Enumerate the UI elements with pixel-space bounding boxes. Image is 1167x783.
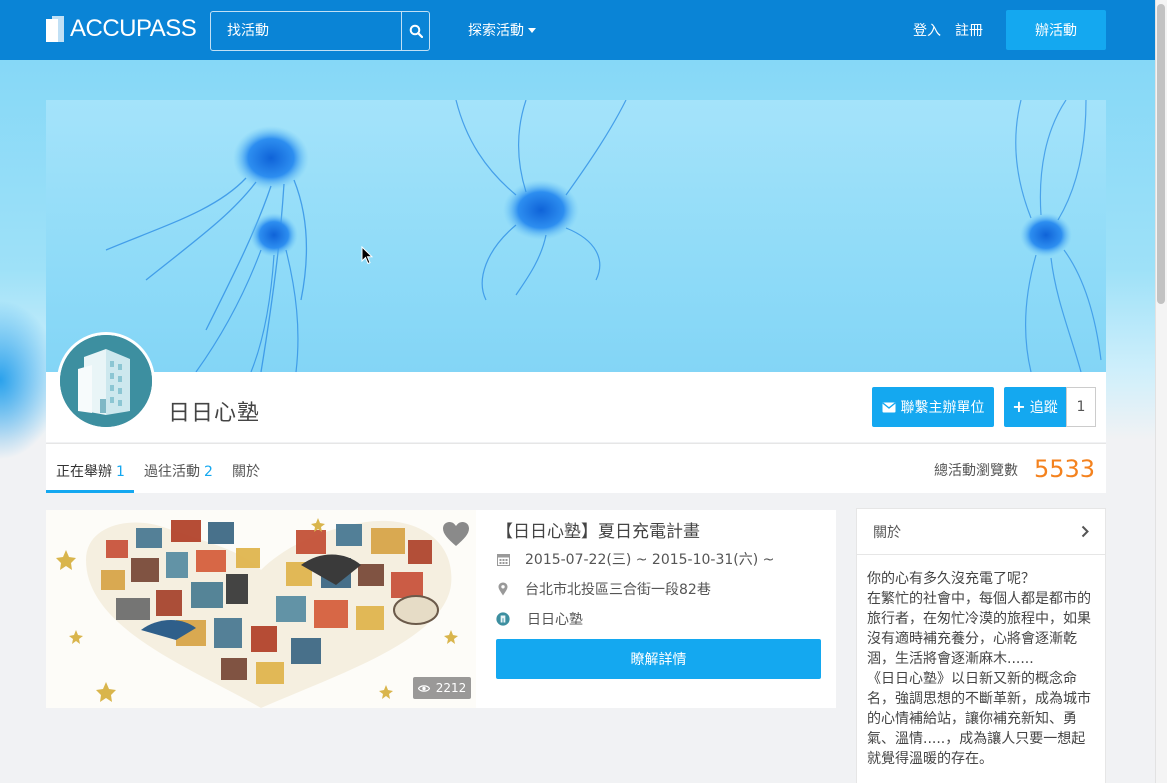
about-title: 關於 (873, 524, 901, 541)
logo-mark-icon (46, 16, 64, 42)
tab-about-label: 關於 (232, 464, 260, 480)
explore-menu[interactable]: 探索活動 (468, 20, 536, 40)
follow-label: 追蹤 (1029, 400, 1058, 416)
chevron-down-icon (528, 27, 536, 33)
register-link[interactable]: 註冊 (955, 20, 983, 40)
calendar-icon (496, 553, 510, 566)
about-panel: 關於 你的心有多久沒充電了呢？ 在繁忙的社會中，每個人都是都市的旅行者，在匆忙冷… (856, 508, 1106, 783)
tab-ongoing[interactable]: 正在舉辦 1 (56, 461, 125, 481)
contact-label: 聯繫主辦單位 (900, 400, 985, 416)
search-icon (409, 24, 423, 38)
event-organizer-row[interactable]: 日日心塾 (496, 609, 583, 629)
total-views-label: 總活動瀏覽數 (934, 463, 1018, 479)
organizer-name: 日日心塾 (168, 401, 261, 426)
explore-label: 探索活動 (468, 23, 524, 39)
event-title[interactable]: 【日日心塾】夏日充電計畫 (496, 517, 700, 542)
event-views-badge: 2212 (413, 677, 471, 699)
mouse-cursor-icon (361, 246, 373, 265)
event-views-count: 2212 (435, 681, 467, 695)
login-link[interactable]: 登入 (913, 20, 941, 40)
contact-organizer-button[interactable]: 聯繫主辦單位 (872, 387, 994, 427)
tab-past[interactable]: 過往活動 2 (144, 461, 213, 481)
follow-button[interactable]: + 追蹤 (1004, 387, 1066, 427)
event-date: 2015-07-22(三) ~ 2015-10-31(六) ~ (525, 552, 775, 568)
illustration-image (56, 518, 458, 708)
jellyfish-image (105, 100, 1102, 372)
logo-text: ACCUPASS (70, 15, 197, 42)
search-button[interactable] (401, 12, 429, 50)
eye-icon (417, 684, 430, 692)
scrollbar-thumb[interactable] (1157, 4, 1165, 304)
about-header[interactable]: 關於 (857, 509, 1105, 555)
search-box (210, 11, 430, 51)
event-location-row: 台北市北投區三合街一段82巷 (496, 579, 711, 599)
chevron-right-icon (1081, 525, 1089, 538)
total-views-count: 5533 (1034, 455, 1096, 483)
event-location: 台北市北投區三合街一段82巷 (525, 582, 711, 598)
tab-ongoing-count: 1 (116, 464, 125, 480)
map-pin-icon (498, 582, 508, 596)
envelope-icon (881, 401, 896, 412)
event-organizer: 日日心塾 (527, 612, 583, 628)
event-date-row: 2015-07-22(三) ~ 2015-10-31(六) ~ (496, 549, 774, 569)
host-event-button[interactable]: 辦活動 (1006, 10, 1106, 50)
tab-about[interactable]: 關於 (232, 461, 260, 481)
favorite-heart-icon[interactable] (442, 521, 470, 547)
accupass-logo[interactable]: ACCUPASS (46, 15, 197, 43)
top-nav: ACCUPASS 探索活動 登入 註冊 辦活動 (0, 0, 1155, 60)
active-tab-indicator (46, 490, 134, 493)
about-text: 你的心有多久沒充電了呢？ 在繁忙的社會中，每個人都是都市的旅行者，在匆忙冷漠的旅… (867, 571, 1091, 767)
plus-icon: + (1012, 397, 1026, 416)
event-image[interactable] (46, 510, 476, 708)
tab-past-count: 2 (204, 464, 213, 480)
building-icon (60, 335, 152, 427)
organizer-avatar[interactable] (57, 332, 155, 430)
tab-ongoing-label: 正在舉辦 (56, 464, 112, 480)
cover-banner (46, 100, 1106, 372)
view-details-button[interactable]: 瞭解詳情 (496, 639, 821, 679)
organizer-avatar-icon (496, 612, 510, 626)
search-input[interactable] (211, 12, 401, 50)
tab-past-label: 過往活動 (144, 464, 200, 480)
follower-count: 1 (1066, 387, 1096, 427)
